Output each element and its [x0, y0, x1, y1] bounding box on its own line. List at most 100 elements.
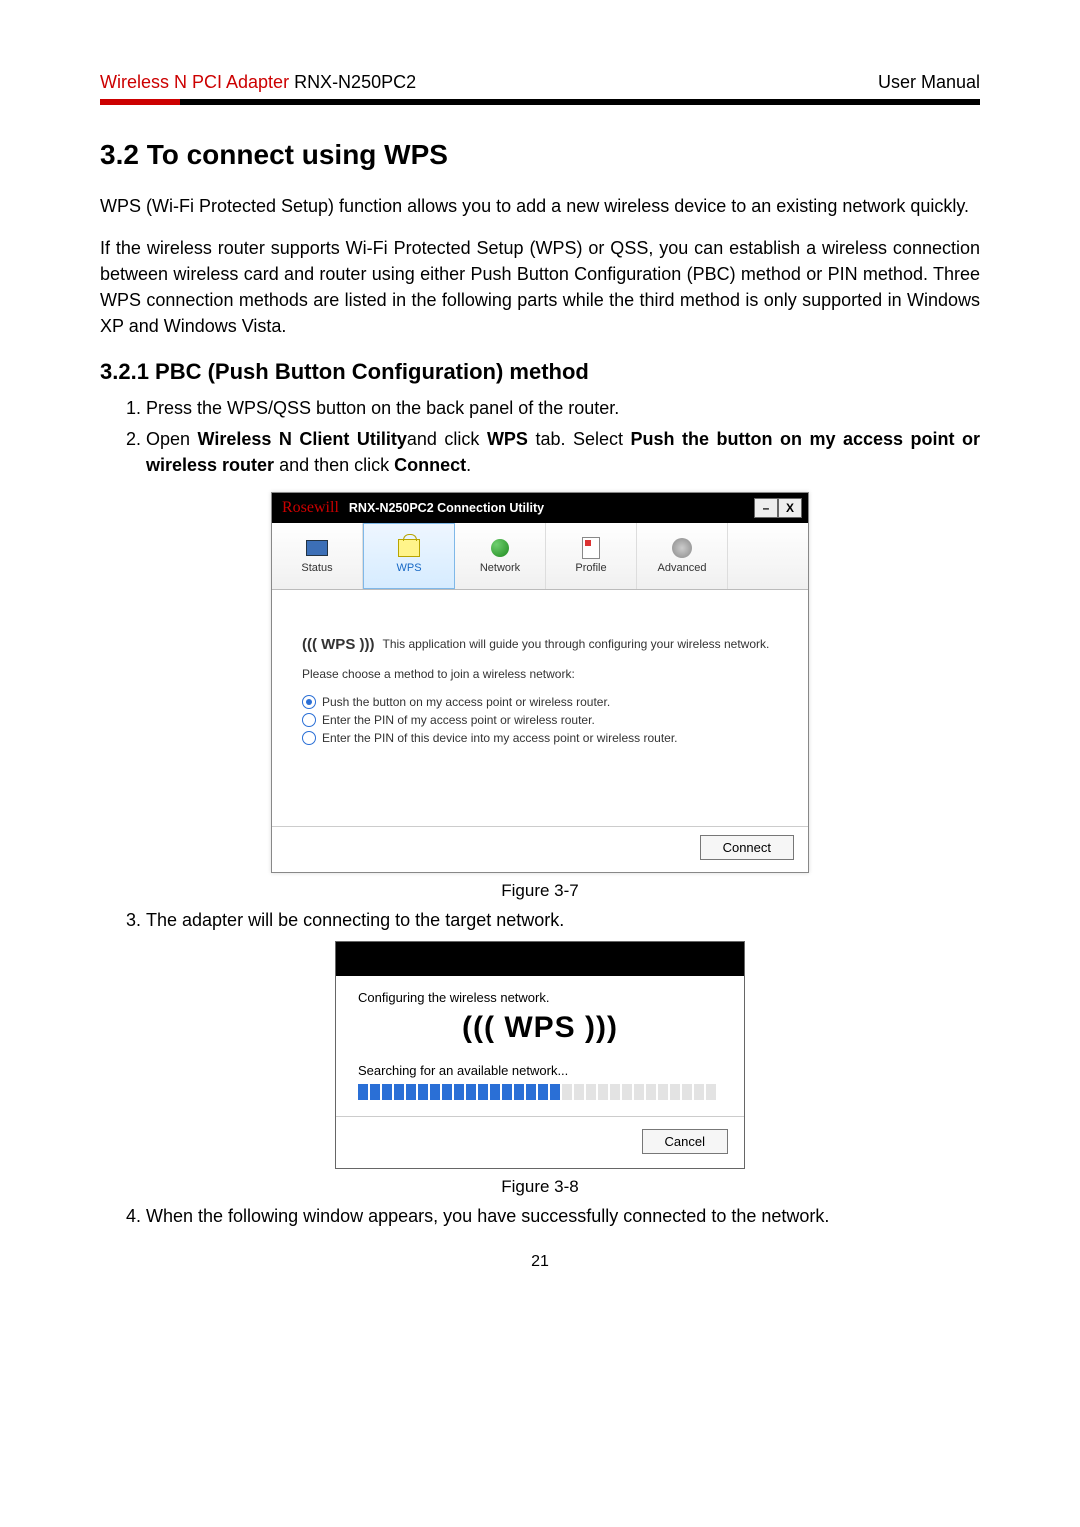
- tab-bar: Status WPS Network Profile Advanced: [272, 523, 808, 590]
- wps-guide-text: This application will guide you through …: [382, 637, 769, 651]
- profile-icon: [580, 537, 602, 559]
- progress-segment: [586, 1084, 596, 1100]
- progress-segment: [478, 1084, 488, 1100]
- progress-segment: [358, 1084, 368, 1100]
- progress-segment: [538, 1084, 548, 1100]
- progress-segment: [694, 1084, 704, 1100]
- steps-list: When the following window appears, you h…: [100, 1203, 980, 1229]
- tab-status[interactable]: Status: [272, 523, 363, 589]
- tab-label: Advanced: [658, 562, 707, 574]
- tab-advanced[interactable]: Advanced: [637, 523, 728, 589]
- tab-profile[interactable]: Profile: [546, 523, 637, 589]
- window-controls: – X: [754, 498, 802, 518]
- dialog-footer: Cancel: [336, 1119, 744, 1168]
- progress-segment: [610, 1084, 620, 1100]
- document-page: Wireless N PCI Adapter RNX-N250PC2 User …: [0, 0, 1080, 1527]
- radio-label: Enter the PIN of my access point or wire…: [322, 713, 595, 727]
- brand-logo: Rosewill: [278, 499, 339, 517]
- paragraph: WPS (Wi-Fi Protected Setup) function all…: [100, 193, 980, 219]
- progress-segment: [454, 1084, 464, 1100]
- progress-segment: [490, 1084, 500, 1100]
- tab-wps[interactable]: WPS: [363, 523, 455, 589]
- tab-label: Profile: [575, 562, 606, 574]
- radio-option-push-button[interactable]: Push the button on my access point or wi…: [302, 695, 778, 709]
- dialog-titlebar: [336, 942, 744, 976]
- progress-segment: [598, 1084, 608, 1100]
- searching-text: Searching for an available network...: [358, 1063, 722, 1078]
- progress-segment: [526, 1084, 536, 1100]
- radio-option-enter-router-pin[interactable]: Enter the PIN of my access point or wire…: [302, 713, 778, 727]
- wps-guide-line: ((( WPS ))) This application will guide …: [302, 636, 778, 653]
- product-name-red: Wireless N PCI Adapter: [100, 72, 289, 92]
- progress-segment: [370, 1084, 380, 1100]
- tab-label: Status: [301, 562, 332, 574]
- header-right: User Manual: [878, 72, 980, 93]
- section-title: 3.2 To connect using WPS: [100, 139, 980, 171]
- configuring-dialog: Configuring the wireless network. ((( WP…: [335, 941, 745, 1169]
- progress-segment: [634, 1084, 644, 1100]
- divider: [336, 1116, 744, 1117]
- configuring-text: Configuring the wireless network.: [358, 990, 722, 1005]
- radio-option-enter-device-pin[interactable]: Enter the PIN of this device into my acc…: [302, 731, 778, 745]
- progress-segment: [622, 1084, 632, 1100]
- step-item: Press the WPS/QSS button on the back pan…: [146, 395, 980, 421]
- header-divider: [100, 99, 980, 105]
- connection-utility-window: Rosewill RNX-N250PC2 Connection Utility …: [271, 492, 809, 873]
- connect-button[interactable]: Connect: [700, 835, 794, 860]
- wps-icon: ((( WPS ))): [302, 636, 374, 653]
- progress-segment: [466, 1084, 476, 1100]
- page-header: Wireless N PCI Adapter RNX-N250PC2 User …: [100, 72, 980, 99]
- wps-icon: ((( WPS ))): [358, 1011, 722, 1045]
- progress-segment: [502, 1084, 512, 1100]
- tab-label: WPS: [396, 562, 421, 574]
- status-icon: [306, 537, 328, 559]
- radio-icon: [302, 731, 316, 745]
- radio-icon: [302, 713, 316, 727]
- progress-segment: [706, 1084, 716, 1100]
- progress-segment: [514, 1084, 524, 1100]
- paragraph: If the wireless router supports Wi-Fi Pr…: [100, 235, 980, 339]
- subsection-title: 3.2.1 PBC (Push Button Configuration) me…: [100, 359, 980, 385]
- radio-icon: [302, 695, 316, 709]
- product-model: RNX-N250PC2: [289, 72, 416, 92]
- progress-segment: [394, 1084, 404, 1100]
- progress-segment: [406, 1084, 416, 1100]
- progress-segment: [646, 1084, 656, 1100]
- page-number: 21: [100, 1253, 980, 1271]
- progress-segment: [574, 1084, 584, 1100]
- figure-caption: Figure 3-8: [100, 1177, 980, 1197]
- progress-segment: [670, 1084, 680, 1100]
- progress-segment: [382, 1084, 392, 1100]
- progress-segment: [562, 1084, 572, 1100]
- steps-list: Press the WPS/QSS button on the back pan…: [100, 395, 980, 477]
- progress-segment: [418, 1084, 428, 1100]
- step-item: The adapter will be connecting to the ta…: [146, 907, 980, 933]
- lock-icon: [398, 537, 420, 559]
- tab-network[interactable]: Network: [455, 523, 546, 589]
- header-left: Wireless N PCI Adapter RNX-N250PC2: [100, 72, 416, 93]
- cancel-button[interactable]: Cancel: [642, 1129, 728, 1154]
- progress-segment: [658, 1084, 668, 1100]
- progress-segment: [442, 1084, 452, 1100]
- progress-segment: [682, 1084, 692, 1100]
- progress-segment: [550, 1084, 560, 1100]
- progress-bar: [358, 1084, 722, 1100]
- dialog-footer: Connect: [272, 827, 808, 872]
- network-icon: [489, 537, 511, 559]
- steps-list: The adapter will be connecting to the ta…: [100, 907, 980, 933]
- choose-prompt: Please choose a method to join a wireles…: [302, 667, 778, 681]
- step-item: Open Wireless N Client Utilityand click …: [146, 426, 980, 478]
- radio-label: Enter the PIN of this device into my acc…: [322, 731, 678, 745]
- close-button[interactable]: X: [778, 498, 802, 518]
- progress-segment: [430, 1084, 440, 1100]
- tab-label: Network: [480, 562, 520, 574]
- window-title: Rosewill RNX-N250PC2 Connection Utility: [278, 499, 544, 517]
- step-item: When the following window appears, you h…: [146, 1203, 980, 1229]
- window-title-text: RNX-N250PC2 Connection Utility: [349, 501, 544, 515]
- gear-icon: [671, 537, 693, 559]
- minimize-button[interactable]: –: [754, 498, 778, 518]
- radio-label: Push the button on my access point or wi…: [322, 695, 610, 709]
- window-titlebar: Rosewill RNX-N250PC2 Connection Utility …: [272, 493, 808, 523]
- figure-caption: Figure 3-7: [100, 881, 980, 901]
- dialog-body: Configuring the wireless network. ((( WP…: [336, 976, 744, 1119]
